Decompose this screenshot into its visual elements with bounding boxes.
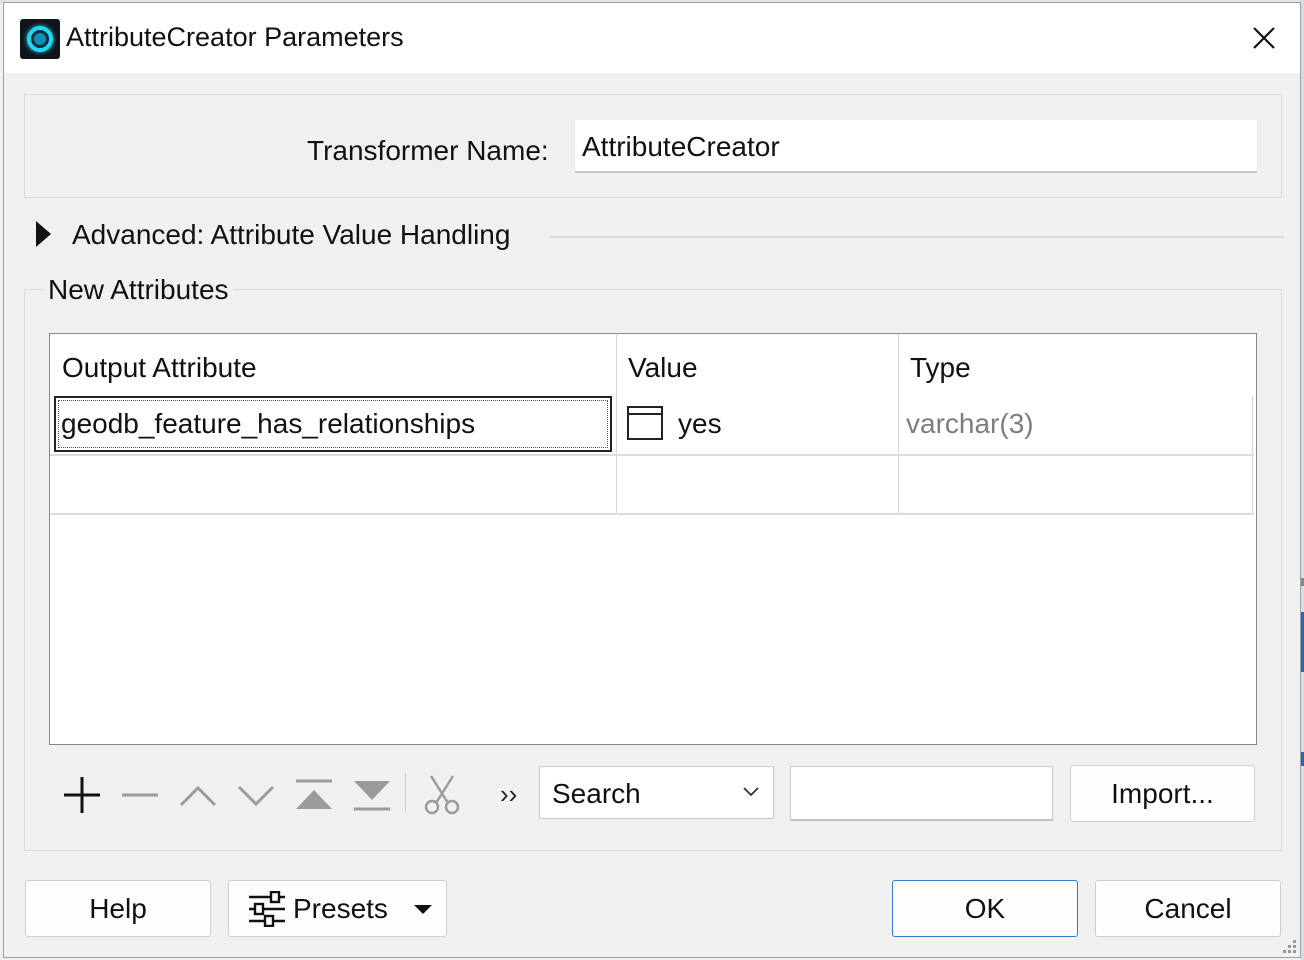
attributes-table: Output Attribute Value Type geodb_featur… [49,333,1257,745]
transformer-name-group: Transformer Name: AttributeCreator [24,94,1282,198]
fme-app-icon [20,19,60,59]
resize-grip-icon[interactable] [1278,935,1298,955]
column-header-value[interactable]: Value [616,334,898,396]
value-cell-empty[interactable] [618,456,896,512]
advanced-divider [549,236,1284,238]
cut-button[interactable] [420,773,464,817]
move-down-button[interactable] [234,773,278,817]
transformer-name-input[interactable]: AttributeCreator [575,120,1257,173]
more-tools-button[interactable]: ›› [500,779,517,810]
search-mode-select[interactable]: Search [539,766,774,819]
remove-row-button[interactable] [118,773,162,817]
move-up-button[interactable] [176,773,220,817]
cut-icon [424,775,460,815]
cancel-button[interactable]: Cancel [1095,880,1281,937]
column-header-output[interactable]: Output Attribute [50,334,616,396]
type-cell-empty[interactable] [900,456,1252,512]
sliders-icon [249,890,285,927]
move-top-icon [296,779,332,809]
close-icon [1253,27,1275,49]
type-cell: varchar(3) [906,408,1034,439]
presets-button[interactable]: Presets [228,880,447,937]
advanced-expander[interactable]: Advanced: Attribute Value Handling [34,217,1284,257]
add-row-button[interactable] [60,773,104,817]
close-button[interactable] [1236,15,1292,61]
move-down-icon [237,785,275,807]
move-top-button[interactable] [292,773,336,817]
remove-icon [122,793,158,797]
column-separator [616,334,617,514]
value-cell[interactable]: yes [678,408,722,440]
chevron-down-icon [743,787,759,797]
output-attribute-cell-empty[interactable] [54,456,614,512]
move-bottom-icon [354,781,390,811]
text-value-icon [627,406,663,440]
import-button[interactable]: Import... [1070,765,1255,822]
ok-button[interactable]: OK [892,880,1078,937]
dialog-title: AttributeCreator Parameters [66,22,404,52]
move-bottom-button[interactable] [350,773,394,817]
expand-arrow-icon [36,221,51,247]
presets-label: Presets [293,892,388,924]
new-attributes-title: New Attributes [44,274,233,306]
add-icon [64,777,100,813]
transformer-name-label: Transformer Name: [307,135,549,166]
search-input[interactable] [790,766,1053,821]
parameters-dialog: AttributeCreator Parameters Transformer … [3,2,1301,958]
title-bar: AttributeCreator Parameters [4,3,1300,73]
help-button[interactable]: Help [25,880,211,937]
output-attribute-cell[interactable]: geodb_feature_has_relationships [54,396,612,452]
column-header-type[interactable]: Type [898,334,1256,396]
toolbar-separator [405,773,406,813]
column-separator [898,334,899,514]
search-mode-value: Search [552,778,641,809]
dropdown-arrow-icon [414,905,432,914]
row-divider [50,513,1254,515]
move-up-icon [179,785,217,807]
advanced-label: Advanced: Attribute Value Handling [72,219,511,250]
